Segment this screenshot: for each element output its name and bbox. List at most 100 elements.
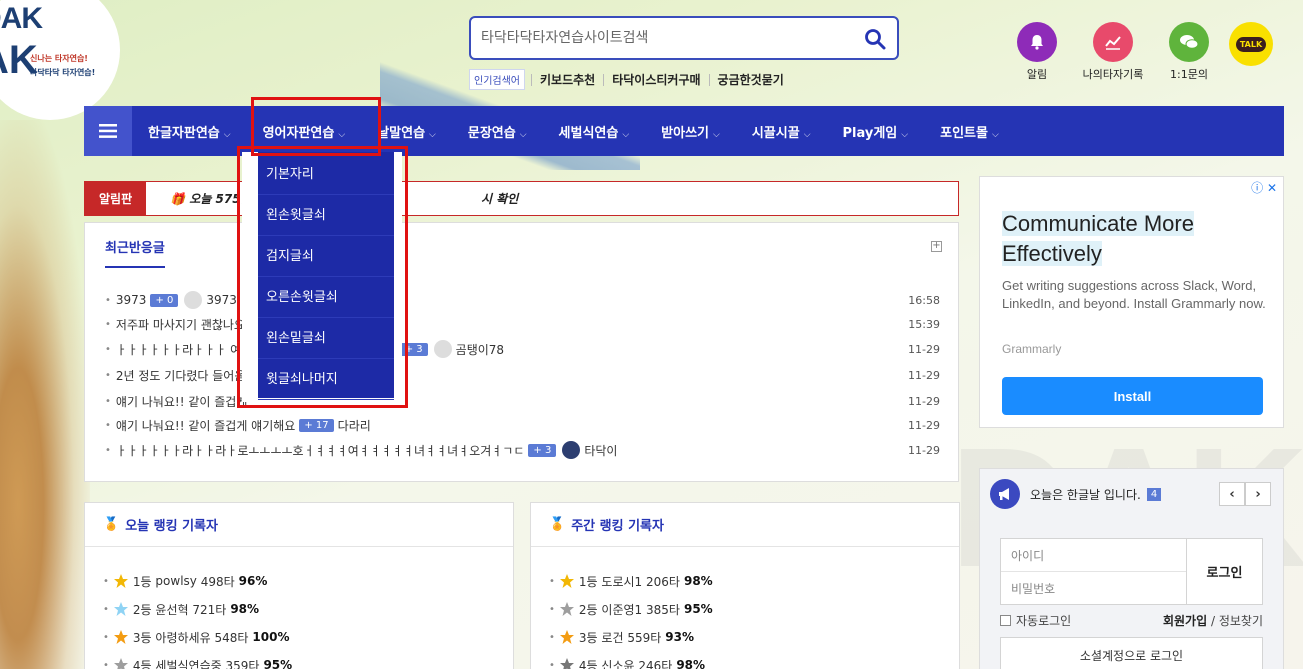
nav-item-korean[interactable]: 한글자판연습 ⌵ bbox=[132, 122, 247, 141]
inquiry-button[interactable]: 1:1문의 bbox=[1149, 22, 1229, 82]
today-count-badge: 4 bbox=[1146, 487, 1162, 501]
nav-item-community[interactable]: 시끌시끌 ⌵ bbox=[736, 122, 827, 141]
nav-item-sebeolsik[interactable]: 세벌식연습 ⌵ bbox=[543, 122, 646, 141]
auto-login-checkbox[interactable] bbox=[1000, 615, 1011, 626]
ranking-row[interactable]: 2등 윤선혁 721타98% bbox=[103, 595, 513, 623]
site-logo[interactable]: DAK AK 신나는 타자연습! 타닥타닥 타자연습! bbox=[0, 0, 120, 120]
auto-login-label: 자동로그인 bbox=[1016, 614, 1072, 628]
join-link[interactable]: 회원가입 bbox=[1163, 614, 1207, 628]
ranking-row[interactable]: 1등 도로시1 206타98% bbox=[549, 567, 959, 595]
ad-brand: Grammarly bbox=[1002, 342, 1062, 356]
search-input[interactable] bbox=[481, 26, 841, 50]
list-item[interactable]: 얘기 나눠요!! 같이 즐겁게 11-29 bbox=[105, 388, 940, 414]
post-title: 얘기 나눠요!! 같이 즐겁게 bbox=[115, 394, 248, 409]
medal-icon bbox=[559, 658, 574, 669]
popular-keyword[interactable]: 궁금한것묻기 bbox=[708, 73, 792, 86]
rank-speed: 559타 bbox=[627, 630, 662, 645]
nav-item-pointmall[interactable]: 포인트몰 ⌵ bbox=[924, 122, 1015, 141]
nav-item-sentences[interactable]: 문장연습 ⌵ bbox=[452, 122, 543, 141]
recent-replies-title[interactable]: 최근반응글 bbox=[105, 237, 165, 268]
ranking-row[interactable]: 4등 세벌식연습중 359타95% bbox=[103, 651, 513, 669]
ad-info-icon[interactable]: ⓘ ✕ bbox=[1251, 179, 1277, 196]
ranking-row[interactable]: 3등 아령하세유 548타100% bbox=[103, 623, 513, 651]
post-title: 얘기 나눠요!! 같이 즐겁게 얘기해요 bbox=[115, 419, 296, 433]
popular-tag: 인기검색어 bbox=[469, 69, 525, 90]
list-item[interactable]: ㅏㅏㅏㅏㅏㅏ라ㅏㅏ라ㅏ로ㅗㅗㅗㅗ호ㅓㅕㅕㅕ여ㅕㅕㅕㅕㅕ녀ㅕㅕ녀ㅕ오겨ㅕㄱㄷ+ 3… bbox=[105, 437, 940, 463]
chevron-down-icon: ⌵ bbox=[901, 129, 909, 140]
nav-item-label: 시끌시끌 bbox=[751, 125, 800, 141]
list-item[interactable]: 저주파 마사지기 괜찮나요 15:39 bbox=[105, 313, 940, 336]
rank-user: 아령하세유 bbox=[155, 630, 211, 645]
popular-keywords: 인기검색어 키보드추천 타닥이스티커구매 궁금한것묻기 bbox=[469, 69, 792, 90]
nav-item-games[interactable]: Play게임 ⌵ bbox=[827, 122, 925, 141]
highlight-box-dropdown bbox=[237, 146, 408, 408]
login-button[interactable]: 로그인 bbox=[1186, 539, 1262, 604]
weekly-ranking-list: 1등 도로시1 206타98%2등 이준영1 385타95%3등 로건 559타… bbox=[531, 547, 959, 669]
medal-icon bbox=[559, 574, 574, 588]
list-item[interactable]: 3973+ 0397316:58 bbox=[105, 287, 940, 313]
rank-user: 윤선혁 bbox=[155, 602, 189, 617]
login-form: 아이디 비밀번호 로그인 bbox=[1000, 538, 1263, 605]
prev-button[interactable]: ‹ bbox=[1219, 482, 1245, 506]
avatar bbox=[184, 291, 203, 309]
chevron-down-icon: ⌵ bbox=[519, 129, 527, 140]
menu-button[interactable] bbox=[84, 106, 132, 156]
password-field[interactable]: 비밀번호 bbox=[1001, 572, 1187, 605]
rank-speed: 721타 bbox=[192, 602, 227, 617]
list-item[interactable]: ㅏㅏㅏㅏㅏㅏ라ㅏㅏㅏ 여ㅕㅕㅕㅕ녀ㅕㅕ녀ㅕ오겨ㅕㄱㄷ+ 3곰탱이7811-29 bbox=[105, 336, 940, 362]
popular-keyword[interactable]: 타닥이스티커구매 bbox=[603, 73, 708, 86]
weekly-ranking-header: 🏅 주간 랭킹 기록자 bbox=[531, 503, 959, 547]
kakaotalk-button[interactable]: TALK bbox=[1229, 22, 1273, 66]
nav-item-label: 문장연습 bbox=[467, 125, 516, 141]
ranking-row[interactable]: 1등 powlsy 498타96% bbox=[103, 567, 513, 595]
rank-accuracy: 98% bbox=[676, 658, 706, 669]
id-field[interactable]: 아이디 bbox=[1001, 539, 1187, 572]
rank-position: 4등 bbox=[578, 658, 598, 669]
nav-item-dictation[interactable]: 받아쓰기 ⌵ bbox=[645, 122, 736, 141]
list-item[interactable]: 얘기 나눠요!! 같이 즐겁게 얘기해요+ 17다라리 11-29 bbox=[105, 414, 940, 437]
popular-keyword[interactable]: 키보드추천 bbox=[531, 73, 603, 86]
rank-accuracy: 95% bbox=[683, 602, 713, 616]
list-item[interactable]: 2년 정도 기다렸다 들어옴 7311-29 bbox=[105, 362, 940, 388]
medal-icon bbox=[113, 630, 128, 644]
post-date: 11-29 bbox=[908, 394, 940, 408]
reply-count-badge: + 0 bbox=[150, 293, 179, 307]
rank-position: 3등 bbox=[132, 630, 152, 645]
reply-count-badge: + 3 bbox=[528, 443, 557, 457]
recent-replies-panel: 최근반응글 + 3973+ 0397316:58 저주파 마사지기 괜찮나요15… bbox=[84, 222, 959, 482]
next-button[interactable]: › bbox=[1245, 482, 1271, 506]
ad-headline-line1: Communicate More bbox=[1002, 211, 1194, 236]
nav-item-label: 받아쓰기 bbox=[661, 125, 710, 141]
medal-icon: 🏅 bbox=[103, 517, 120, 532]
ranking-row[interactable]: 3등 로건 559타93% bbox=[549, 623, 959, 651]
advertisement[interactable]: ⓘ ✕ Communicate More Effectively Get writ… bbox=[979, 176, 1284, 428]
chevron-down-icon: ⌵ bbox=[713, 129, 720, 140]
login-panel: 오늘은 한글날 입니다. 4 ‹ › 아이디 비밀번호 로그인 자동로그인 회원… bbox=[979, 468, 1284, 669]
post-author: 타닥이 bbox=[584, 443, 618, 458]
rank-position: 3등 bbox=[578, 630, 598, 645]
rank-position: 1등 bbox=[132, 574, 152, 589]
notification-button[interactable]: 알림 bbox=[997, 22, 1077, 82]
my-record-button[interactable]: 나의타자기록 bbox=[1073, 22, 1153, 82]
ranking-row[interactable]: 2등 이준영1 385타95% bbox=[549, 595, 959, 623]
avatar bbox=[562, 441, 581, 459]
nav-item-label: 세벌식연습 bbox=[558, 125, 619, 141]
medal-icon bbox=[113, 658, 128, 669]
rank-user: powlsy bbox=[155, 574, 197, 588]
search-button[interactable] bbox=[863, 27, 887, 51]
post-date: 16:58 bbox=[908, 293, 940, 307]
chevron-down-icon: ⌵ bbox=[429, 129, 436, 140]
today-ranking-title: 오늘 랭킹 기록자 bbox=[125, 519, 218, 534]
logo-text-top: DAK bbox=[0, 2, 43, 35]
ranking-row[interactable]: 4등 신소윤 246타98% bbox=[549, 651, 959, 669]
today-ranking-list: 1등 powlsy 498타96%2등 윤선혁 721타98%3등 아령하세유 … bbox=[85, 547, 513, 669]
find-info-link[interactable]: 정보찾기 bbox=[1219, 614, 1263, 628]
chevron-down-icon: ⌵ bbox=[223, 129, 231, 140]
notice-message[interactable]: 🎁 오늘 575출 bbox=[146, 190, 252, 207]
more-icon[interactable]: + bbox=[931, 241, 942, 252]
today-text: 오늘은 한글날 입니다. bbox=[1030, 487, 1141, 502]
ad-install-button[interactable]: Install bbox=[1002, 377, 1263, 415]
social-login-button[interactable]: 소셜계정으로 로그인 bbox=[1000, 637, 1263, 669]
chart-icon bbox=[1093, 22, 1133, 62]
post-title: ㅏㅏㅏㅏㅏㅏ라ㅏㅏ라ㅏ로ㅗㅗㅗㅗ호ㅓㅕㅕㅕ여ㅕㅕㅕㅕㅕ녀ㅕㅕ녀ㅕ오겨ㅕㄱㄷ bbox=[115, 443, 525, 458]
